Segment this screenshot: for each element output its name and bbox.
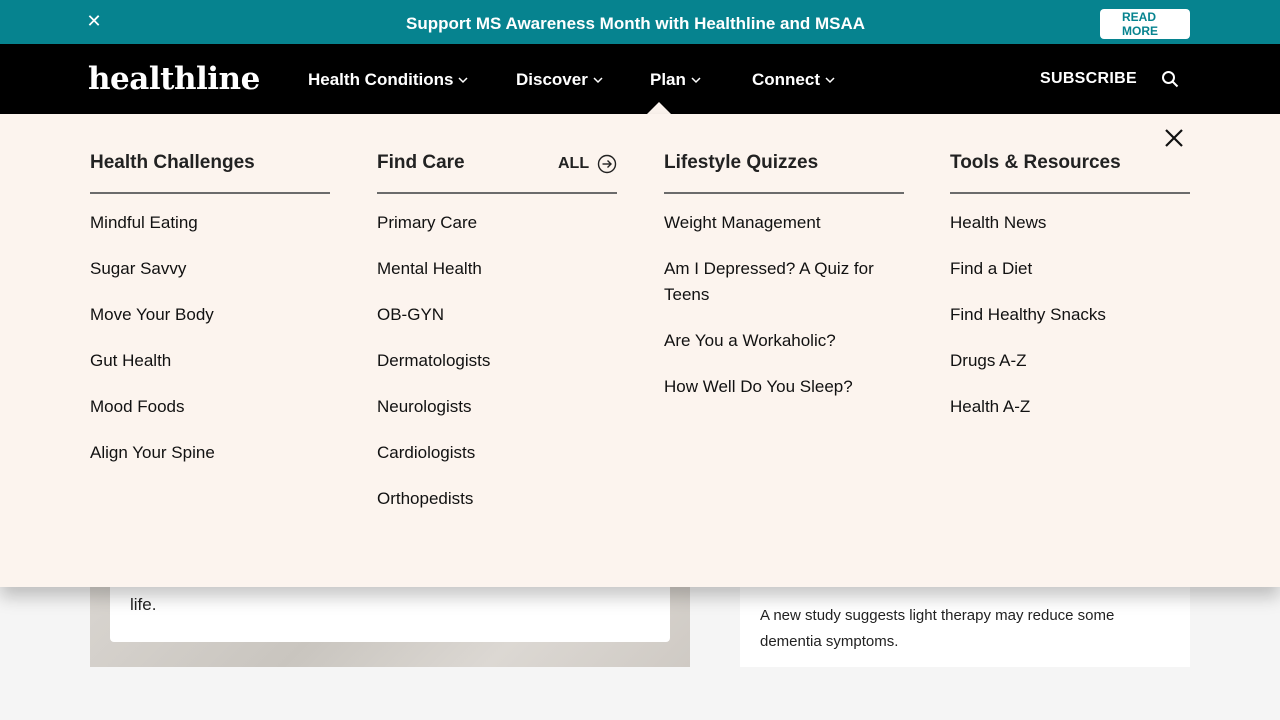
menu-item[interactable]: OB-GYN <box>377 302 490 328</box>
menu-column-health-challenges: Health Challenges Mindful Eating Sugar S… <box>86 152 330 462</box>
menu-item[interactable]: Primary Care <box>377 210 490 236</box>
menu-item[interactable]: Gut Health <box>90 348 215 374</box>
divider <box>664 192 904 194</box>
menu-item[interactable]: Move Your Body <box>90 302 215 328</box>
menu-item[interactable]: Cardiologists <box>377 440 490 466</box>
menu-item[interactable]: Find Healthy Snacks <box>950 302 1106 328</box>
menu-item[interactable]: Weight Management <box>664 210 888 236</box>
menu-item[interactable]: Mental Health <box>377 256 490 282</box>
hero-card-text[interactable]: life. <box>130 595 156 615</box>
menu-item[interactable]: Health News <box>950 210 1106 236</box>
menu-item[interactable]: Mood Foods <box>90 394 215 420</box>
chevron-down-icon <box>593 77 603 84</box>
read-more-button[interactable]: READ MORE <box>1100 9 1190 39</box>
menu-column-lifestyle-quizzes: Lifestyle Quizzes Weight Management Am I… <box>660 152 904 396</box>
side-article-text[interactable]: A new study suggests light therapy may r… <box>760 603 1180 655</box>
plan-mega-menu: Health Challenges Mindful Eating Sugar S… <box>0 114 1280 587</box>
menu-column-tools-resources: Tools & Resources Health News Find a Die… <box>946 152 1190 416</box>
healthline-logo[interactable]: healthline <box>88 61 260 97</box>
nav-link-label: Health Conditions <box>308 70 454 89</box>
menu-item[interactable]: Mindful Eating <box>90 210 215 236</box>
divider <box>377 192 617 194</box>
nav-link-label: Discover <box>516 70 588 89</box>
column-heading[interactable]: Find Care <box>373 152 469 174</box>
menu-item[interactable]: Neurologists <box>377 394 490 420</box>
column-heading[interactable]: Tools & Resources <box>946 152 1125 174</box>
nav-connect[interactable]: Connect <box>752 70 836 90</box>
close-icon[interactable] <box>1162 126 1186 150</box>
all-button[interactable]: ALL <box>558 154 617 174</box>
divider <box>950 192 1190 194</box>
promo-link[interactable]: Support MS Awareness Month with Healthli… <box>406 14 865 34</box>
main-nav: healthline Health Conditions Discover Pl… <box>0 44 1280 114</box>
nav-plan[interactable]: Plan <box>650 70 702 90</box>
menu-item[interactable]: Dermatologists <box>377 348 490 374</box>
menu-item[interactable]: Health A-Z <box>950 394 1106 420</box>
hero-card: life. <box>110 587 670 642</box>
menu-item[interactable]: Am I Depressed? A Quiz for Teens <box>664 256 888 308</box>
menu-item[interactable]: Drugs A-Z <box>950 348 1106 374</box>
nav-link-label: Plan <box>650 70 686 89</box>
divider <box>90 192 330 194</box>
promo-banner: ✕ Support MS Awareness Month with Health… <box>0 0 1280 44</box>
menu-caret <box>647 102 671 114</box>
nav-health-conditions[interactable]: Health Conditions <box>308 70 469 90</box>
nav-discover[interactable]: Discover <box>516 70 604 90</box>
menu-item[interactable]: Align Your Spine <box>90 440 215 466</box>
all-button-label: ALL <box>558 155 590 172</box>
banner-close-icon[interactable]: ✕ <box>83 10 105 32</box>
menu-item[interactable]: Find a Diet <box>950 256 1106 282</box>
menu-item[interactable]: Are You a Workaholic? <box>664 328 888 354</box>
chevron-down-icon <box>458 77 468 84</box>
column-heading[interactable]: Lifestyle Quizzes <box>660 152 822 174</box>
side-article: A new study suggests light therapy may r… <box>740 587 1190 667</box>
column-heading[interactable]: Health Challenges <box>86 152 259 174</box>
chevron-down-icon <box>825 77 835 84</box>
read-more-label: READ MORE <box>1122 10 1158 38</box>
menu-item[interactable]: Orthopedists <box>377 486 490 512</box>
subscribe-button[interactable]: SUBSCRIBE <box>1040 70 1137 88</box>
arrow-right-circle-icon <box>597 154 617 174</box>
nav-link-label: Connect <box>752 70 820 89</box>
menu-item[interactable]: Sugar Savvy <box>90 256 215 282</box>
menu-item[interactable]: How Well Do You Sleep? <box>664 374 888 400</box>
chevron-down-icon <box>691 77 701 84</box>
hero-image: life. <box>90 587 690 667</box>
search-icon[interactable] <box>1161 70 1179 88</box>
